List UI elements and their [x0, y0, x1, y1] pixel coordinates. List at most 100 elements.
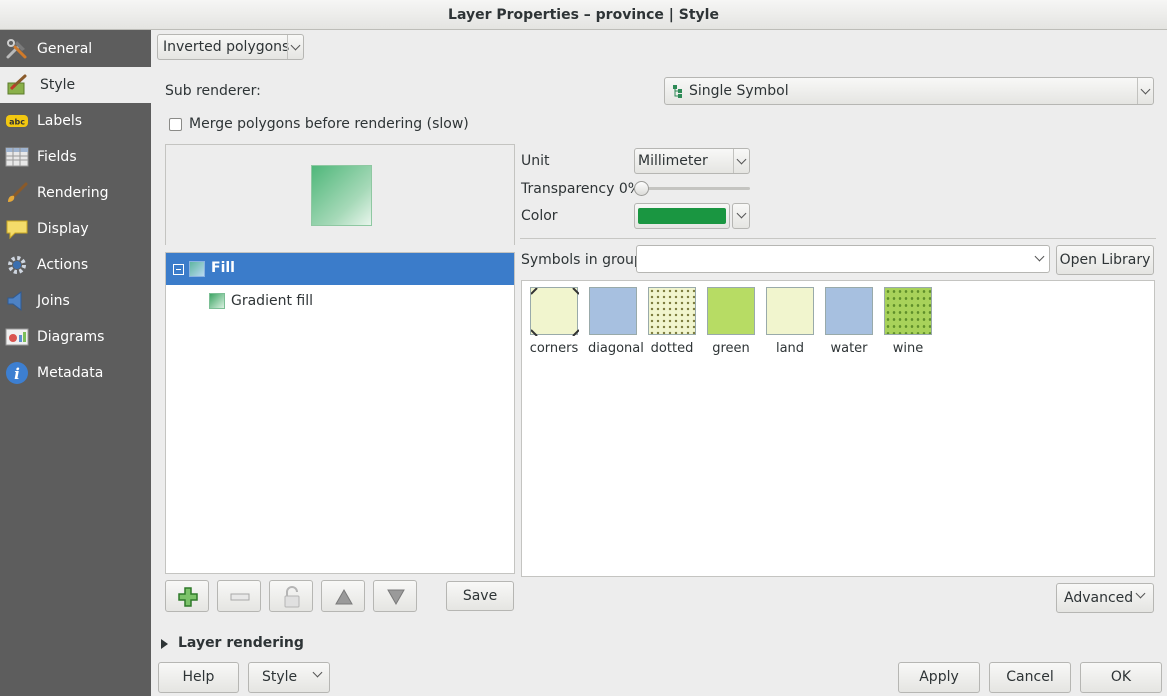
style-panel: Inverted polygons Sub renderer: Single S… [151, 30, 1167, 696]
sidebar-item-label: Display [37, 221, 89, 237]
help-button[interactable]: Help [158, 662, 239, 693]
corner-marks-icon [531, 288, 579, 336]
expand-arrow-icon [161, 639, 168, 649]
info-icon: i [6, 362, 28, 384]
cancel-button[interactable]: Cancel [989, 662, 1071, 693]
style-menu-label: Style [262, 669, 298, 685]
sidebar-item-fields[interactable]: Fields [0, 139, 151, 175]
fill-icon [189, 261, 205, 277]
chevron-down-icon [1137, 78, 1153, 104]
symbol-swatch [884, 287, 932, 335]
unit-value: Millimeter [638, 153, 708, 169]
symbols-in-group-label: Symbols in group [521, 252, 643, 268]
chevron-down-icon [312, 667, 323, 678]
sub-renderer-select[interactable]: Single Symbol [664, 77, 1154, 105]
sidebar-item-actions[interactable]: Actions [0, 247, 151, 283]
collapse-icon[interactable] [173, 264, 184, 275]
sub-renderer-label: Sub renderer: [165, 83, 261, 99]
chevron-down-icon [287, 35, 303, 59]
speaker-join-icon [7, 291, 22, 311]
transparency-slider-handle[interactable] [634, 181, 649, 196]
advanced-menu-button[interactable]: Advanced [1056, 583, 1154, 613]
sidebar-item-general[interactable]: General [0, 31, 151, 67]
symbol-layer-tree[interactable]: Fill Gradient fill [165, 252, 515, 574]
move-layer-down-button[interactable] [373, 580, 417, 612]
sidebar-item-label: Actions [37, 257, 89, 273]
unit-label: Unit [521, 153, 550, 169]
symbol-name: water [830, 341, 868, 356]
symbol-name: green [712, 341, 750, 356]
symbol-swatch [766, 287, 814, 335]
remove-symbol-layer-button[interactable] [217, 580, 261, 612]
sidebar-item-display[interactable]: Display [0, 211, 151, 247]
open-library-button[interactable]: Open Library [1056, 245, 1154, 275]
symbol-swatch [707, 287, 755, 335]
gradient-fill-preview [311, 165, 372, 226]
symbol-name: diagonal [588, 341, 644, 356]
plus-icon [178, 587, 198, 607]
symbol-group-select[interactable] [636, 245, 1050, 273]
symbol-diagonal[interactable]: diagonal [588, 287, 644, 356]
transparency-slider-track[interactable] [642, 187, 750, 190]
chevron-down-icon [1034, 251, 1045, 262]
color-menu-button[interactable] [732, 203, 750, 229]
sidebar-item-label: General [37, 41, 93, 57]
chevron-down-icon [1135, 588, 1146, 599]
symbol-swatch [825, 287, 873, 335]
symbol-name: wine [892, 341, 924, 356]
diagram-icon [5, 328, 29, 346]
symbol-green[interactable]: green [706, 287, 756, 356]
symbol-name: dotted [650, 341, 694, 356]
svg-text:abc: abc [9, 118, 25, 127]
gear-icon [8, 256, 26, 274]
color-swatch [638, 208, 726, 224]
speech-bubble-icon [6, 220, 28, 240]
sidebar-item-label: Fields [37, 149, 77, 165]
merge-polygons-label: Merge polygons before rendering (slow) [189, 116, 469, 132]
abc-label-icon: abc [6, 115, 28, 127]
sidebar-item-joins[interactable]: Joins [0, 283, 151, 319]
symbol-dotted[interactable]: dotted [647, 287, 697, 356]
symbol-swatch [530, 287, 579, 336]
tree-row-fill[interactable]: Fill [166, 253, 514, 285]
sidebar-item-rendering[interactable]: Rendering [0, 175, 151, 211]
symbol-water[interactable]: water [824, 287, 874, 356]
symbol-land[interactable]: land [765, 287, 815, 356]
sidebar-item-label: Labels [37, 113, 83, 129]
merge-polygons-checkbox[interactable] [169, 118, 182, 131]
save-button[interactable]: Save [446, 581, 514, 611]
layer-rendering-label: Layer rendering [178, 635, 304, 651]
sidebar: General Style abc Labels Fields Renderin… [0, 30, 151, 696]
symbol-preview [165, 144, 515, 245]
tree-row-gradient-fill[interactable]: Gradient fill [166, 285, 514, 317]
move-layer-up-button[interactable] [321, 580, 365, 612]
sidebar-item-metadata[interactable]: i Metadata [0, 355, 151, 391]
style-menu-button[interactable]: Style [248, 662, 330, 693]
chevron-down-icon [733, 149, 749, 173]
symbol-swatch [589, 287, 637, 335]
symbol-name: land [775, 341, 805, 356]
sidebar-item-label: Diagrams [37, 329, 105, 345]
brush-icon [8, 182, 28, 202]
sidebar-item-labels[interactable]: abc Labels [0, 103, 151, 139]
apply-button[interactable]: Apply [898, 662, 980, 693]
transparency-label: Transparency 0% [521, 181, 642, 197]
tree-symbol-icon [673, 85, 682, 98]
layer-rendering-toggle[interactable]: Layer rendering [161, 634, 361, 654]
hammer-wrench-icon [6, 39, 27, 59]
symbol-corners[interactable]: corners [529, 287, 579, 356]
sidebar-item-style[interactable]: Style [0, 67, 151, 103]
sidebar-item-label: Metadata [37, 365, 104, 381]
tree-item-label: Gradient fill [231, 293, 313, 309]
lock-layer-button[interactable] [269, 580, 313, 612]
color-button[interactable] [634, 203, 730, 229]
add-symbol-layer-button[interactable] [165, 580, 209, 612]
sidebar-item-diagrams[interactable]: Diagrams [0, 319, 151, 355]
chevron-down-icon [736, 208, 747, 219]
ok-button[interactable]: OK [1080, 662, 1162, 693]
sidebar-item-label: Style [40, 77, 76, 93]
unit-select[interactable]: Millimeter [634, 148, 750, 174]
symbol-library-list[interactable]: corners diagonal dotted green land water… [521, 280, 1155, 577]
symbol-wine[interactable]: wine [883, 287, 933, 356]
renderer-type-select[interactable]: Inverted polygons [157, 34, 304, 60]
